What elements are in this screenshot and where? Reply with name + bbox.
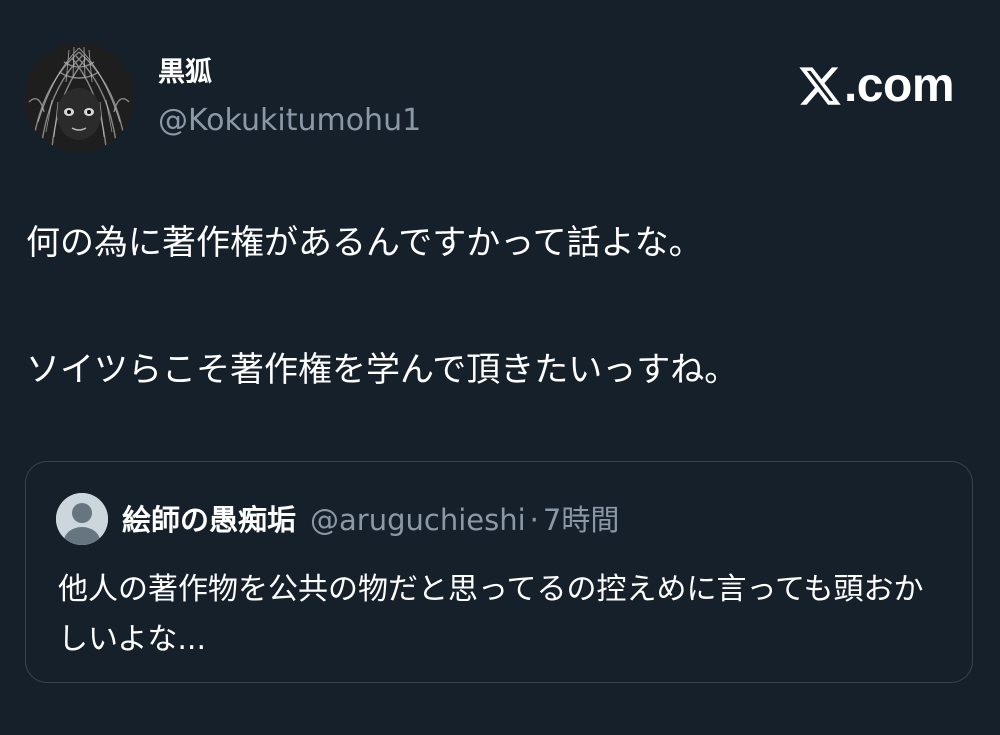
quoted-author-handle[interactable]: @aruguchieshi (310, 500, 526, 540)
author-avatar[interactable] (24, 42, 134, 152)
tweet-text-line-2: ソイツらこそ著作権を学んで頂きたいっすね。 (26, 350, 739, 390)
tweet-text-line-1: 何の為に著作権があるんですかって話よな。 (26, 223, 703, 263)
quoted-author-avatar[interactable] (56, 493, 108, 545)
quoted-tweet-text: 他人の著作物を公共の物だと思ってるの控えめに言っても頭おかしいよな... (58, 572, 924, 657)
quoted-tweet-header: 絵師の愚痴垢 @aruguchieshi · 7時間 (122, 500, 619, 540)
author-handle[interactable]: @Kokukitumohu1 (158, 101, 421, 141)
brand-domain-text: .com (843, 59, 955, 112)
author-display-name[interactable]: 黒狐 (158, 56, 212, 90)
header-separator: · (529, 503, 539, 537)
x-logo-icon (799, 67, 841, 105)
quoted-tweet[interactable]: 絵師の愚痴垢 @aruguchieshi · 7時間 他人の著作物を公共の物だと… (25, 461, 973, 683)
monochrome-portrait-avatar-icon (24, 42, 134, 152)
quoted-author-display-name[interactable]: 絵師の愚痴垢 (122, 500, 296, 540)
quoted-tweet-timestamp[interactable]: 7時間 (543, 500, 619, 540)
tweet-card: 黒狐 @Kokukitumohu1 .com 何の為に著作権があるんですかって話… (0, 0, 1000, 735)
x-com-brand: .com (797, 58, 955, 114)
default-user-avatar-icon (56, 493, 108, 545)
